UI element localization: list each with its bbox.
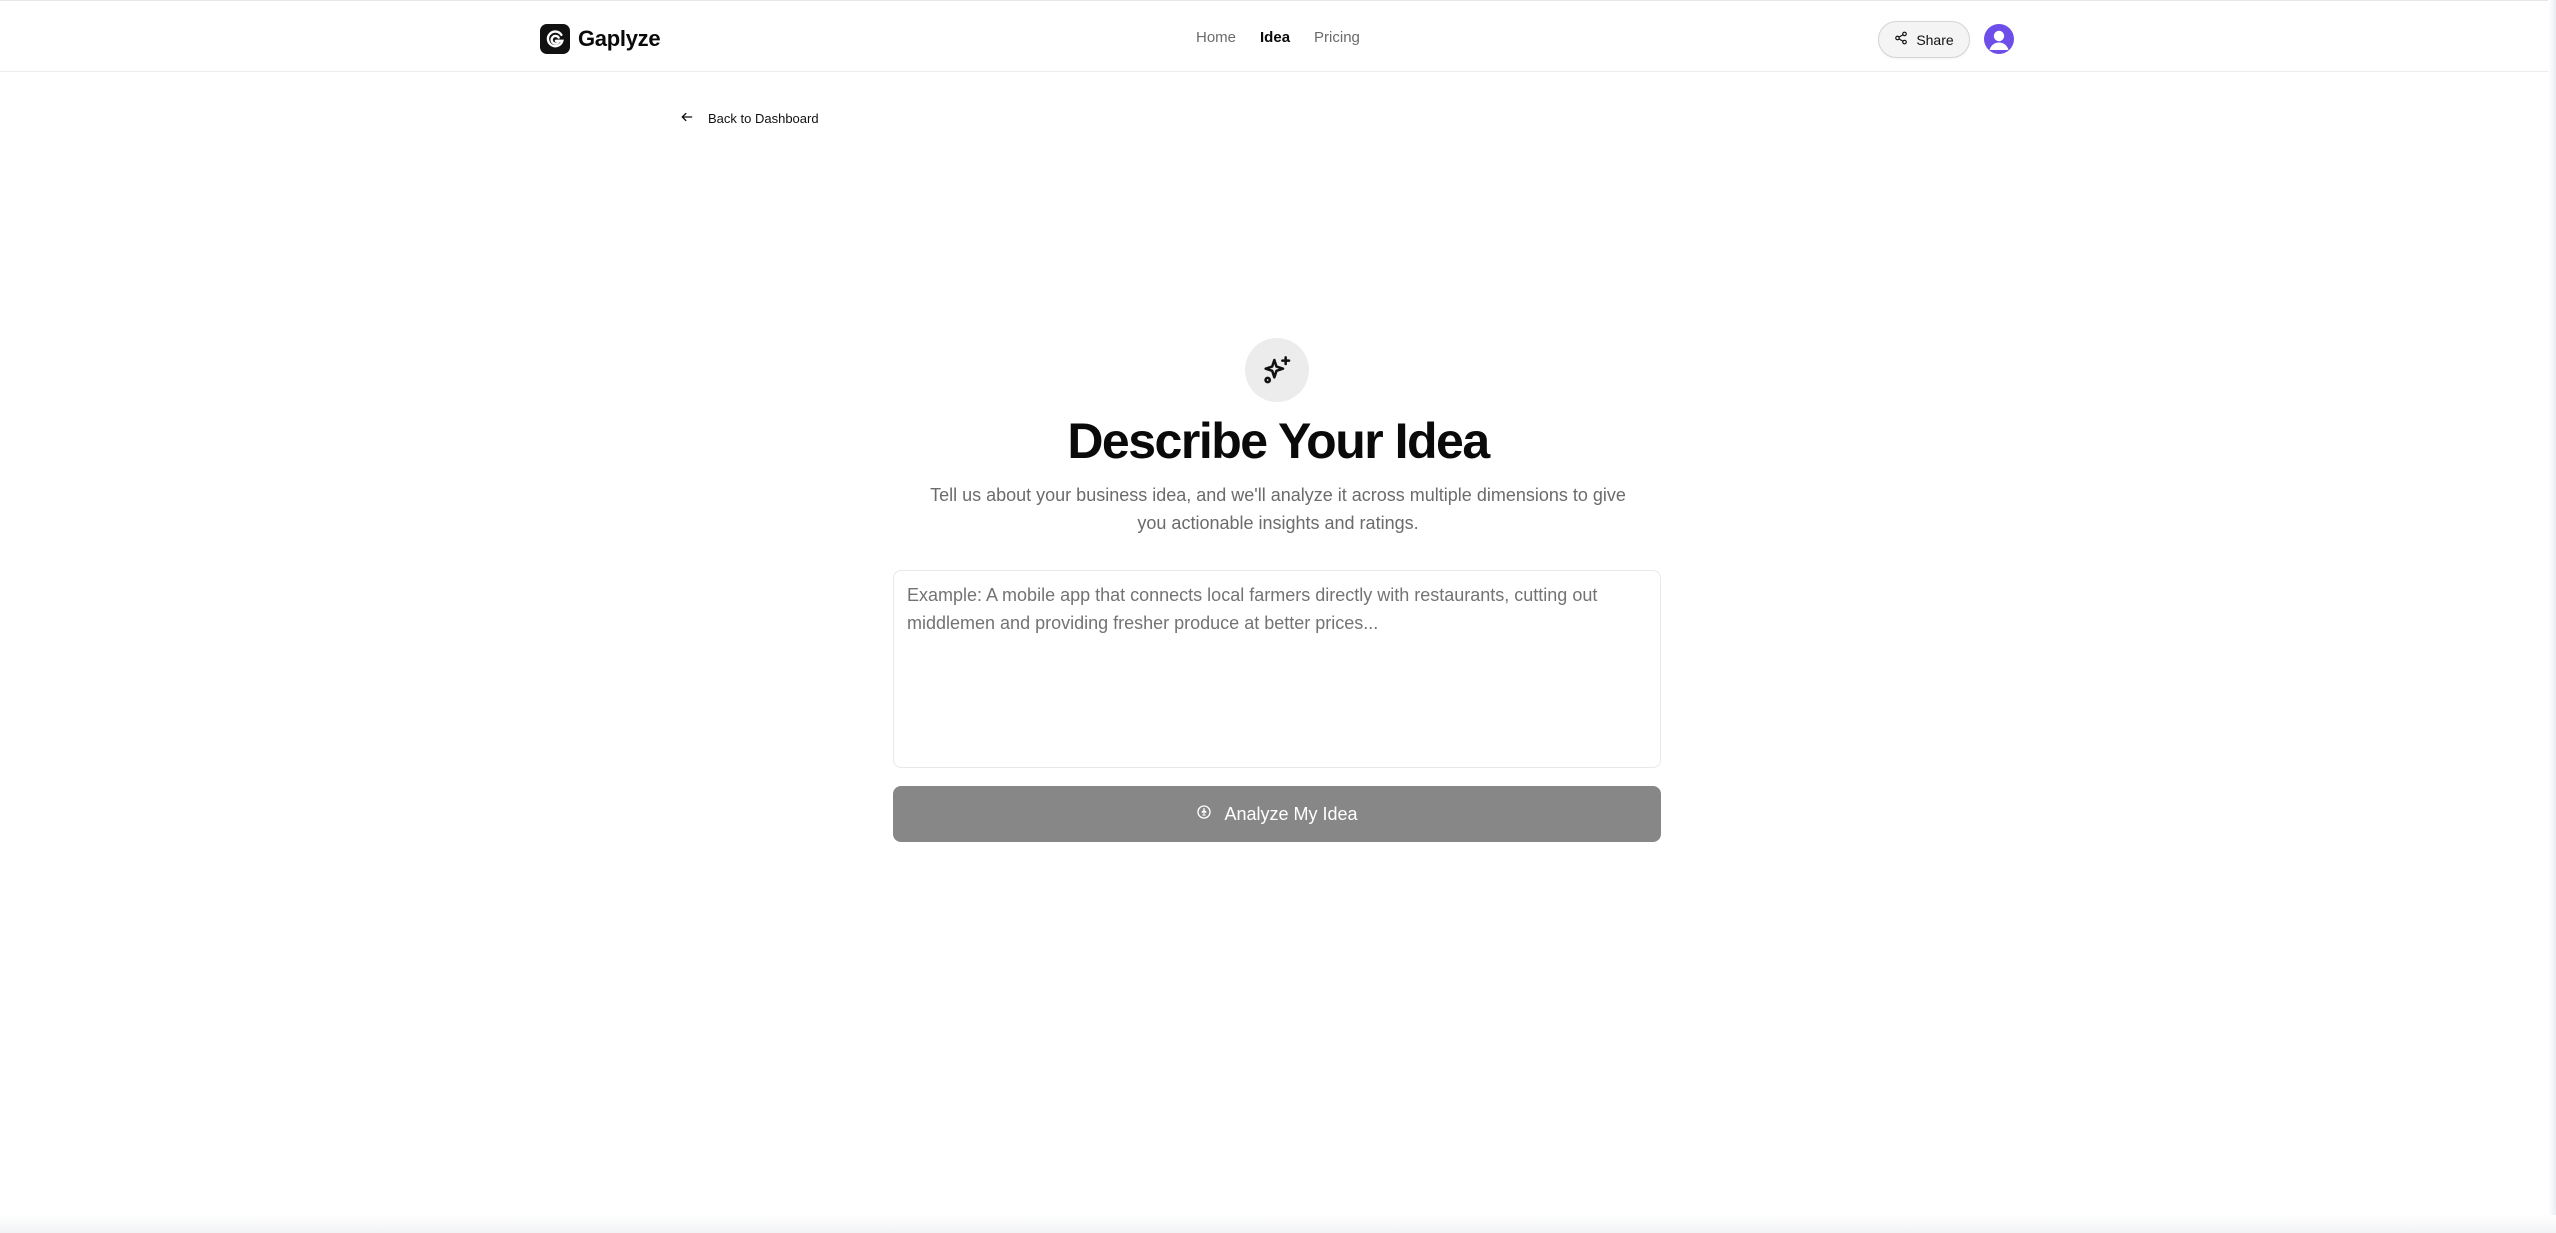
top-navigation-bar: Gaplyze Home Idea Pricing Share xyxy=(0,0,2556,72)
sparkles-icon xyxy=(1264,356,1291,384)
share-icon xyxy=(1894,31,1908,48)
page-subtitle: Tell us about your business idea, and we… xyxy=(930,485,1626,533)
share-button[interactable]: Share xyxy=(1878,21,1970,58)
back-link-label: Back to Dashboard xyxy=(708,111,819,126)
idea-description-input[interactable] xyxy=(893,570,1661,768)
page-title: Describe Your Idea xyxy=(1067,413,1490,469)
hero-icon-badge xyxy=(1245,338,1309,402)
nav-pricing[interactable]: Pricing xyxy=(1314,29,1360,46)
gaplyze-logo-icon xyxy=(540,24,570,54)
arrow-left-icon xyxy=(680,110,694,127)
share-button-label: Share xyxy=(1916,31,1954,48)
window-edge-bottom xyxy=(0,1215,2556,1233)
analyze-idea-button[interactable]: Analyze My Idea xyxy=(893,786,1661,842)
user-icon xyxy=(1989,30,2009,50)
brand-logo-link[interactable]: Gaplyze xyxy=(540,24,661,54)
user-avatar[interactable] xyxy=(1984,24,2014,54)
main-nav: Home Idea Pricing xyxy=(1196,29,1360,46)
back-to-dashboard-link[interactable]: Back to Dashboard xyxy=(680,110,819,127)
page: Gaplyze Home Idea Pricing Share Back to … xyxy=(0,0,2556,1233)
analyze-button-label: Analyze My Idea xyxy=(1224,803,1358,824)
nav-home[interactable]: Home xyxy=(1196,29,1236,46)
window-edge-right xyxy=(2548,0,2556,1233)
lightbulb-icon xyxy=(1196,804,1212,825)
brand-name: Gaplyze xyxy=(578,26,661,51)
nav-idea[interactable]: Idea xyxy=(1260,29,1290,46)
